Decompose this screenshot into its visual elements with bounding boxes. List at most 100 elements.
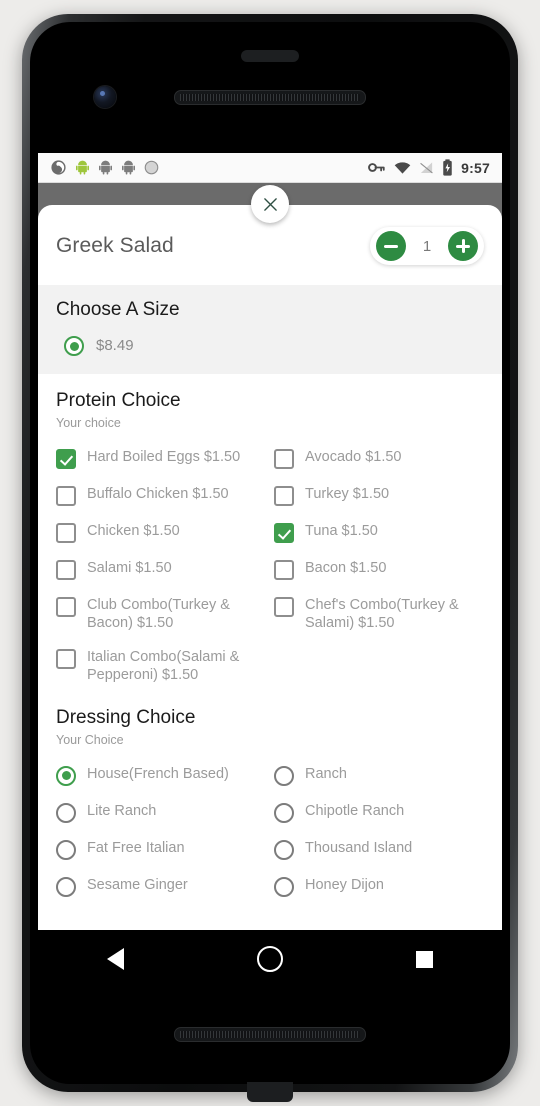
battery-charging-icon <box>443 159 452 176</box>
home-icon <box>256 946 283 972</box>
status-bar: 9:57 <box>38 153 502 183</box>
checkbox-icon[interactable] <box>56 597 76 617</box>
back-button[interactable] <box>80 937 150 981</box>
checkbox-icon[interactable] <box>56 649 76 670</box>
list-item[interactable]: Thousand Island <box>274 831 484 868</box>
list-item[interactable]: Bacon $1.50 <box>274 551 484 588</box>
option-label: Thousand Island <box>305 839 413 856</box>
radio-icon[interactable] <box>56 802 76 823</box>
radio-icon[interactable] <box>274 802 294 823</box>
list-item[interactable]: Hard Boiled Eggs $1.50 <box>56 440 266 477</box>
status-bar-clock: 9:57 <box>461 159 490 176</box>
cell-signal-off-icon <box>420 161 433 173</box>
option-label: Buffalo Chicken $1.50 <box>87 486 229 502</box>
android-robot-icon <box>76 160 89 175</box>
option-label: Turkey $1.50 <box>305 486 390 502</box>
checkbox-icon-checked[interactable] <box>274 523 294 543</box>
list-item[interactable]: Avocado $1.50 <box>274 440 484 477</box>
earpiece-speaker-icon <box>174 90 366 105</box>
android-robot-icon-3 <box>122 160 135 175</box>
section-title: Choose A Size <box>56 299 180 320</box>
checkbox-icon[interactable] <box>274 486 294 506</box>
modal-scroll-area[interactable]: Greek Salad 1 Choose A Size $8.49 Protei… <box>38 205 502 988</box>
usb-connector <box>247 1082 293 1102</box>
recents-button[interactable] <box>390 937 460 981</box>
dressing-options-grid: House(French Based) Ranch Lite Ranch Chi… <box>56 757 484 905</box>
option-label: Tuna $1.50 <box>305 523 378 539</box>
option-label: Honey Dijon <box>305 876 384 893</box>
section-choose-a-size: Choose A Size $8.49 <box>38 285 502 374</box>
phone-frame: 9:57 Greek Salad 1 Choose A Size $8.49 P… <box>22 14 518 1102</box>
list-item[interactable]: Italian Combo(Salami & Pepperoni) $1.50 <box>56 640 266 692</box>
list-item[interactable]: Sesame Ginger <box>56 868 266 905</box>
home-button[interactable] <box>235 937 305 981</box>
section-subtitle: Your choice <box>56 416 121 430</box>
item-options-modal: Greek Salad 1 Choose A Size $8.49 Protei… <box>38 205 502 988</box>
radio-icon[interactable] <box>56 839 76 860</box>
back-icon <box>106 948 124 970</box>
list-item[interactable]: Tuna $1.50 <box>274 514 484 551</box>
protein-options-grid: Hard Boiled Eggs $1.50 Avocado $1.50 Buf… <box>56 440 484 693</box>
radio-icon-selected[interactable] <box>64 336 84 356</box>
vpn-key-icon <box>368 163 385 172</box>
quantity-stepper: 1 <box>370 227 484 265</box>
radio-icon[interactable] <box>274 876 294 897</box>
status-bar-notification-icons <box>50 159 159 176</box>
option-label: Sesame Ginger <box>87 876 188 893</box>
list-item[interactable]: Chipotle Ranch <box>274 794 484 831</box>
size-option-row[interactable]: $8.49 <box>56 325 484 356</box>
checkbox-icon-checked[interactable] <box>56 449 76 469</box>
checkbox-icon[interactable] <box>56 486 76 506</box>
phone-screen-bezel: 9:57 Greek Salad 1 Choose A Size $8.49 P… <box>30 22 510 1084</box>
radio-icon[interactable] <box>56 876 76 897</box>
increment-quantity-button[interactable] <box>448 231 478 261</box>
section-subtitle: Your Choice <box>56 732 124 747</box>
checkbox-icon[interactable] <box>274 560 294 580</box>
close-icon <box>263 197 277 211</box>
checkbox-icon[interactable] <box>274 449 294 469</box>
list-item[interactable]: Buffalo Chicken $1.50 <box>56 477 266 514</box>
option-label: Fat Free Italian <box>87 839 185 856</box>
option-label: Chef's Combo(Turkey & Salami) $1.50 <box>305 597 459 631</box>
circle-icon <box>144 160 159 175</box>
close-modal-button[interactable] <box>251 185 289 223</box>
option-label: Ranch <box>305 765 347 782</box>
option-label: House(French Based) <box>87 765 229 782</box>
list-item[interactable]: Honey Dijon <box>274 868 484 905</box>
section-protein-choice: Protein Choice Your choice Hard Boiled E… <box>38 374 502 697</box>
radio-icon[interactable] <box>274 765 294 786</box>
quantity-value: 1 <box>422 237 432 255</box>
section-dressing-choice: Dressing Choice Your Choice House(French… <box>38 697 502 909</box>
option-label: Salami $1.50 <box>87 560 172 576</box>
front-camera-icon <box>94 86 116 108</box>
checkbox-icon[interactable] <box>274 597 294 617</box>
list-item[interactable]: Chef's Combo(Turkey & Salami) $1.50 <box>274 588 484 640</box>
list-item[interactable]: Club Combo(Turkey & Bacon) $1.50 <box>56 588 266 640</box>
option-label: Chipotle Ranch <box>305 802 405 819</box>
list-item[interactable]: Chicken $1.50 <box>56 514 266 551</box>
proximity-sensor-icon <box>241 50 299 62</box>
radio-icon[interactable] <box>274 839 294 860</box>
sync-icon <box>51 160 66 175</box>
section-title: Dressing Choice <box>56 706 196 728</box>
android-robot-icon-2 <box>99 160 112 175</box>
bottom-speaker-icon <box>174 1027 366 1042</box>
radio-icon-selected[interactable] <box>56 765 76 786</box>
size-option-label: $8.49 <box>96 337 134 354</box>
plus-icon <box>455 238 471 254</box>
recents-icon <box>416 950 434 968</box>
checkbox-icon[interactable] <box>56 560 76 580</box>
list-item[interactable]: Salami $1.50 <box>56 551 266 588</box>
list-item[interactable]: Fat Free Italian <box>56 831 266 868</box>
desktop-backdrop: 9:57 Greek Salad 1 Choose A Size $8.49 P… <box>0 0 540 1106</box>
section-title: Protein Choice <box>56 390 181 411</box>
list-item[interactable]: Turkey $1.50 <box>274 477 484 514</box>
option-label: Lite Ranch <box>87 802 157 819</box>
list-item[interactable]: House(French Based) <box>56 757 266 794</box>
decrement-quantity-button[interactable] <box>376 231 406 261</box>
option-label: Italian Combo(Salami & Pepperoni) $1.50 <box>87 649 240 684</box>
checkbox-icon[interactable] <box>56 523 76 543</box>
list-item[interactable]: Ranch <box>274 757 484 794</box>
option-label: Chicken $1.50 <box>87 523 180 539</box>
list-item[interactable]: Lite Ranch <box>56 794 266 831</box>
